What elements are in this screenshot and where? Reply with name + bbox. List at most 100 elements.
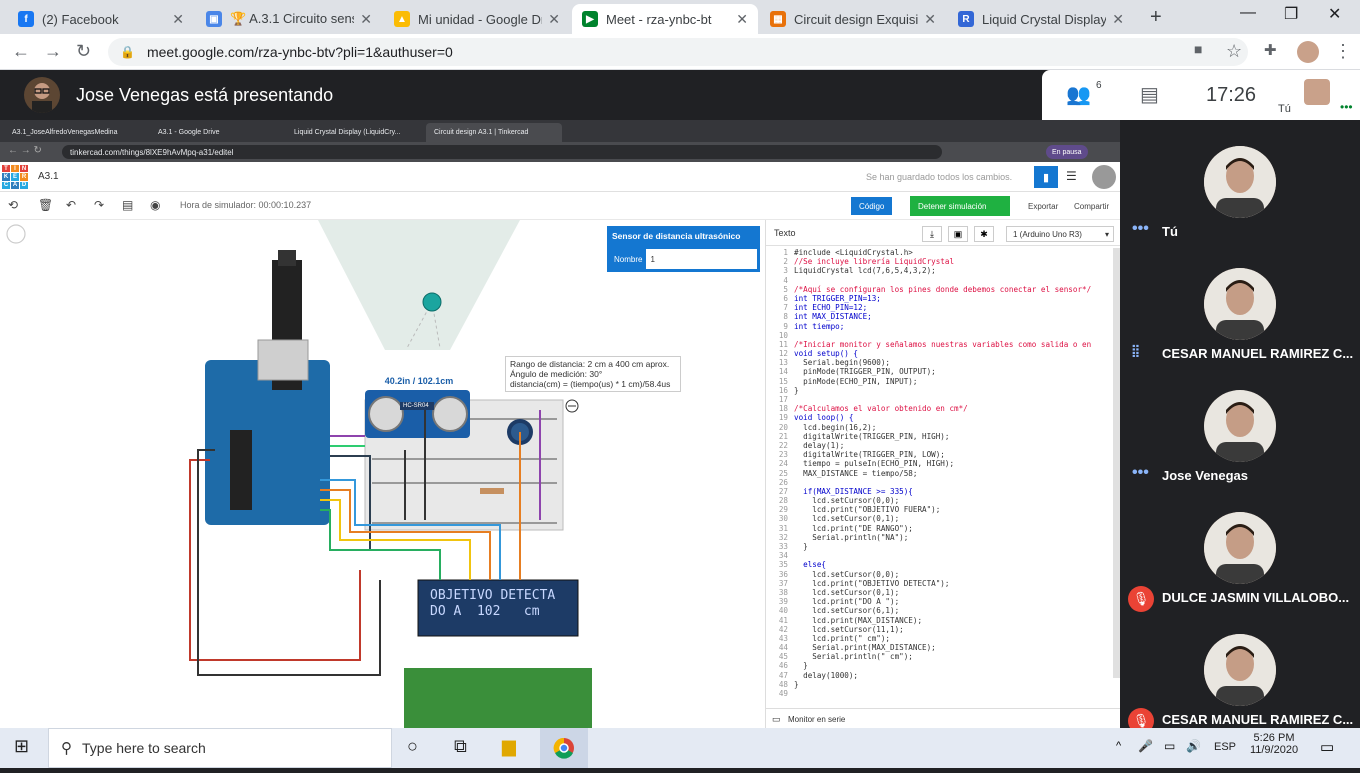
export-button[interactable]: Exportar [1020,196,1066,216]
inner-url: tinkercad.com/things/8lXE9hAvMpq-a31/edi… [62,145,942,159]
delete-icon[interactable]: 🗑 [38,198,53,212]
camera-icon[interactable]: ■ [1194,41,1202,57]
save-status: Se han guardado todos los cambios. [866,172,1013,182]
notifications-icon[interactable]: ▭ [1320,738,1334,756]
browser-tab[interactable]: f (2) Facebook ✕ [8,4,194,34]
speaking-dots-icon: ••• [1132,220,1149,237]
share-button[interactable]: Compartir [1066,196,1117,216]
code-text: int ECHO_PIN=12; [794,303,868,313]
undo-icon[interactable]: ↶ [66,198,76,212]
redo-icon[interactable]: ↷ [94,198,104,212]
extensions-icon[interactable]: ✚ [1264,41,1277,59]
participant-tile[interactable]: CESAR MANUEL RAMIREZ C... ⦙⦙ [1120,246,1360,366]
project-title[interactable]: A3.1 [38,171,59,182]
bookmark-star-icon[interactable]: ☆ [1226,41,1242,62]
browser-tab[interactable]: ▲ Mi unidad - Google Dri ✕ [384,4,570,34]
browser-tab[interactable]: ▣ 🏆 A.3.1 Circuito senso ✕ [196,4,382,34]
tab-close-icon[interactable]: ✕ [360,11,372,28]
browser-tab[interactable]: ▶ Meet - rza-ynbc-bt ✕ [572,4,758,34]
code-editor-header: Texto ⤓ ▣ ✱ 1 (Arduino Uno R3) ▾ [766,220,1121,246]
speaking-dots-icon: ••• [1132,464,1149,481]
circuit-canvas[interactable]: 40.2in / 102.1cm HC-SR04 Rango de distan… [0,220,765,728]
code-text: #include <LiquidCrystal.h> [794,248,913,257]
code-button[interactable]: Código [850,196,894,216]
code-text: int TRIGGER_PIN=13; [794,293,881,303]
maximize-button[interactable]: ❐ [1284,4,1298,24]
code-line: 27 if(MAX_DISTANCE >= 335){ [766,487,1112,496]
board-select[interactable]: 1 (Arduino Uno R3) ▾ [1006,226,1114,242]
taskbar-clock[interactable]: 5:26 PM 11/9/2020 [1246,732,1302,756]
menu-dots-icon[interactable]: ⋮ [1334,41,1352,62]
line-number: 45 [778,652,788,662]
line-number: 25 [778,468,788,478]
rotate-icon[interactable]: ⟲ [8,198,18,212]
language-indicator[interactable]: ESP [1214,741,1236,753]
download-icon[interactable]: ⤓ [922,226,942,242]
participant-tile[interactable]: Jose Venegas ••• [1120,368,1360,488]
participant-name: Jose Venegas [1162,468,1248,483]
close-window-button[interactable]: ✕ [1328,4,1341,24]
browser-tab[interactable]: R Liquid Crystal Display (l ✕ [948,4,1134,34]
code-line: 49 [766,689,1112,698]
code-scrollbar[interactable] [1113,248,1120,678]
chat-icon[interactable]: ▤ [1140,82,1159,107]
code-line: 44 Serial.print(MAX_DISTANCE); [766,643,1112,652]
tab-close-icon[interactable]: ✕ [172,11,184,28]
taskbar-search[interactable]: ⚲ Type here to search [48,728,392,768]
code-line: 35 else{ [766,560,1112,569]
upload-icon[interactable]: ▣ [948,226,968,242]
debug-icon[interactable]: ✱ [974,226,994,242]
code-area[interactable]: 1 #include <LiquidCrystal.h> 2 //Se incluye… [766,248,1112,708]
participants-panel: Tú ••• CESAR MANUEL RAMIREZ C... ⦙⦙ Jose Ven… [1120,120,1360,734]
notes-icon[interactable]: ▤ [122,198,133,212]
line-number: 42 [778,624,788,634]
code-text: pinMode(ECHO_PIN, INPUT); [794,376,918,386]
code-mode-select[interactable]: Texto [774,228,796,238]
new-tab-button[interactable]: + [1150,6,1162,29]
user-avatar[interactable] [1092,165,1116,189]
circuit-view-icon[interactable]: ▮ [1034,166,1058,188]
tab-close-icon[interactable]: ✕ [548,11,560,28]
participant-tile[interactable]: DULCE JASMIN VILLALOBO... 🎙 [1120,490,1360,612]
line-number: 30 [778,514,788,524]
eye-icon[interactable]: ◉ [150,198,160,212]
back-arrow-icon[interactable]: ← [12,41,30,62]
tab-close-icon[interactable]: ✕ [736,11,748,28]
browser-tab[interactable]: ▦ Circuit design Exquisite ✕ [760,4,946,34]
sensor-chip-label: HC-SR04 [403,403,429,409]
tray-chevron-icon[interactable]: ^ [1116,740,1121,752]
participant-tile[interactable]: Tú ••• [1120,124,1360,244]
lcd-display: OBJETIVO DETECTA DO A 102 cm [420,582,576,634]
code-text: Serial.begin(9600); [794,358,891,368]
participant-count: 6 [1096,80,1102,91]
tab-favicon-icon: ▶ [582,11,598,27]
network-icon[interactable]: ▭ [1164,739,1175,753]
code-text: else{ [794,560,827,570]
task-view-icon[interactable]: ⧉ [454,736,467,757]
list-view-icon[interactable]: ☰ [1066,169,1077,183]
minimize-button[interactable]: — [1240,4,1256,22]
chrome-taskbar-item[interactable] [540,728,588,768]
profile-avatar[interactable] [1297,41,1319,63]
tab-close-icon[interactable]: ✕ [1112,11,1124,28]
microphone-icon[interactable]: 🎤 [1138,739,1153,753]
serial-monitor-bar[interactable]: ▭ Monitor en serie [766,708,1121,728]
windows-start-icon[interactable]: ⊞ [14,736,29,757]
stop-simulation-button[interactable]: Detener simulación [910,196,1010,216]
code-text: lcd.setCursor(0,1); [794,514,900,524]
participant-name: DULCE JASMIN VILLALOBO... [1162,590,1350,605]
forward-arrow-icon[interactable]: → [44,41,62,62]
sensor-name-input[interactable]: 1 [646,255,654,264]
participant-tile[interactable]: CESAR MANUEL RAMIREZ C... 🎙 [1120,612,1360,734]
line-number: 11 [778,339,788,349]
serial-monitor-label: Monitor en serie [788,715,846,724]
code-line: 12 void setup() { [766,349,1112,358]
cortana-icon[interactable]: ○ [407,736,418,757]
tab-close-icon[interactable]: ✕ [924,11,936,28]
people-icon[interactable]: 👥 [1066,82,1091,107]
reload-icon[interactable]: ↻ [76,41,91,62]
file-explorer-icon[interactable]: ▆ [502,736,516,757]
volume-icon[interactable]: 🔊 [1186,739,1201,753]
code-line: 29 lcd.print("OBJETIVO FUERA"); [766,505,1112,514]
address-bar[interactable]: 🔒 meet.google.com/rza-ynbc-btv?pli=1&aut… [108,38,1248,66]
